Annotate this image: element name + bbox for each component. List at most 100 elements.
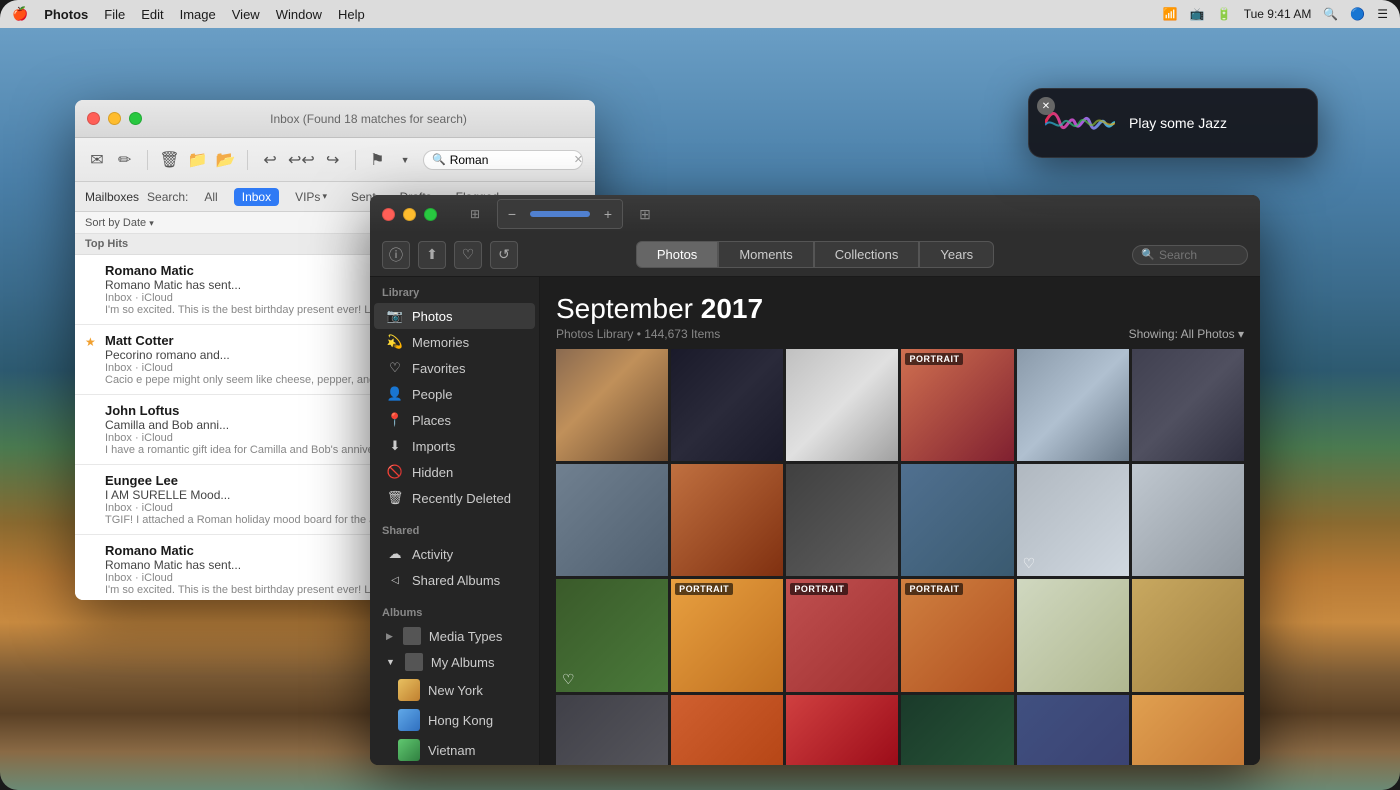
sidebar-toggle-icon[interactable]: ⊞ [461,200,489,228]
sidebar-item-my-albums[interactable]: ▼ My Albums [374,649,535,675]
reply-icon[interactable]: ↩ [260,146,280,174]
filter-inbox[interactable]: Inbox [234,188,279,206]
siri-close-button[interactable]: ✕ [1037,97,1055,115]
photo-cell[interactable]: ♡ [1017,464,1129,576]
delete-icon[interactable]: 🗑 [159,146,179,174]
close-button[interactable] [87,112,100,125]
sidebar-item-photos[interactable]: 📷 Photos [374,303,535,329]
sidebar-item-places[interactable]: 📍 Places [374,407,535,433]
search-menubar-icon[interactable]: 🔍 [1323,7,1338,21]
menu-image[interactable]: Image [180,7,216,22]
zoom-out-icon[interactable]: − [498,200,526,228]
sidebar-item-media-types[interactable]: ▶ Media Types [374,623,535,649]
photo-cell[interactable] [671,349,783,461]
filter-all[interactable]: All [196,188,225,206]
tab-collections[interactable]: Collections [814,241,920,268]
rotate-icon[interactable]: ↺ [490,241,518,269]
menu-window[interactable]: Window [276,7,322,22]
sort-label[interactable]: Sort by Date ▾ [85,217,154,229]
photos-minimize-button[interactable] [403,208,416,221]
sidebar-item-shared-albums[interactable]: ◁ Shared Albums [374,567,535,593]
photo-cell[interactable]: ♡ [786,695,898,765]
grid-view-icon[interactable]: ⊞ [631,200,659,228]
photo-cell[interactable]: ♡ [556,695,668,765]
compose-icon[interactable]: ✉ [87,146,107,174]
tab-years[interactable]: Years [919,241,994,268]
sidebar-item-imports[interactable]: ⬇ Imports [374,433,535,459]
sidebar-item-new-york[interactable]: New York [374,675,535,705]
menu-file[interactable]: File [104,7,125,22]
photo-cell[interactable]: PORTRAIT [671,579,783,691]
mailboxes-label[interactable]: Mailboxes [85,190,139,204]
photos-close-button[interactable] [382,208,395,221]
photos-traffic-lights [382,208,437,221]
photo-cell[interactable]: PORTRAIT [786,579,898,691]
photo-cell[interactable] [1132,579,1244,691]
photos-sidebar: Library 📷 Photos 💫 Memories ♡ Favorites [370,277,540,765]
photo-cell[interactable] [786,349,898,461]
menubar: 🍎 Photos File Edit Image View Window Hel… [0,0,1400,28]
favorite-icon[interactable]: ♡ [454,241,482,269]
photo-cell[interactable]: ♡ [901,695,1013,765]
forward-icon[interactable]: ↪ [323,146,343,174]
photo-cell[interactable] [556,349,668,461]
photo-cell[interactable]: ♡ [556,579,668,691]
siri-menubar-icon[interactable]: 🔵 [1350,7,1365,21]
menu-edit[interactable]: Edit [141,7,163,22]
photo-cell[interactable] [671,695,783,765]
showing-select[interactable]: Showing: All Photos ▾ [1129,327,1244,341]
photo-cell[interactable] [671,464,783,576]
app-name[interactable]: Photos [44,7,88,22]
notification-icon[interactable]: ☰ [1377,7,1388,21]
sidebar-item-vietnam[interactable]: Vietnam [374,735,535,765]
memories-icon: 💫 [386,333,404,351]
share-icon[interactable]: ⬆ [418,241,446,269]
maximize-button[interactable] [129,112,142,125]
reply-all-icon[interactable]: ↩↩ [288,146,315,174]
zoom-in-icon[interactable]: + [594,200,622,228]
archive-icon[interactable]: 📁 [188,146,208,174]
photos-maximize-button[interactable] [424,208,437,221]
flag-down-icon[interactable]: ▼ [395,146,415,174]
photo-cell[interactable] [1017,579,1129,691]
portrait-badge: PORTRAIT [905,353,963,365]
photo-cell[interactable] [786,464,898,576]
menu-help[interactable]: Help [338,7,365,22]
mail-search-input[interactable] [450,153,570,167]
apple-menu[interactable]: 🍎 [12,6,28,22]
minimize-button[interactable] [108,112,121,125]
photo-cell[interactable] [901,464,1013,576]
tab-moments[interactable]: Moments [718,241,813,268]
flag-icon[interactable]: ⚑ [367,146,387,174]
photos-search-input[interactable] [1159,248,1239,262]
menu-view[interactable]: View [232,7,260,22]
move-icon[interactable]: 📂 [216,146,236,174]
new-message-icon[interactable]: ✏ [115,146,135,174]
sidebar-item-favorites[interactable]: ♡ Favorites [374,355,535,381]
photo-cell[interactable]: PORTRAIT [901,579,1013,691]
sidebar-item-activity[interactable]: ☁ Activity [374,541,535,567]
photo-cell[interactable]: PORTRAIT [901,349,1013,461]
library-section-title: Library [370,287,539,303]
photo-cell[interactable] [1132,349,1244,461]
info-icon[interactable]: ⓘ [382,241,410,269]
sidebar-item-hong-kong[interactable]: Hong Kong [374,705,535,735]
sidebar-item-people[interactable]: 👤 People [374,381,535,407]
mail-search-bar[interactable]: 🔍 ✕ [423,150,583,170]
photos-search-bar[interactable]: 🔍 [1132,245,1248,265]
clear-search-icon[interactable]: ✕ [574,153,583,166]
photo-cell[interactable] [1132,464,1244,576]
sidebar-item-recently-deleted[interactable]: 🗑 Recently Deleted [374,485,535,511]
sidebar-item-memories[interactable]: 💫 Memories [374,329,535,355]
filter-vips[interactable]: VIPs ▾ [287,188,335,206]
photo-cell[interactable] [1017,349,1129,461]
photo-cell[interactable] [1132,695,1244,765]
search-icon: 🔍 [1141,248,1155,261]
photo-cell[interactable] [1017,695,1129,765]
activity-icon: ☁ [386,545,404,563]
photo-cell[interactable] [556,464,668,576]
imports-icon: ⬇ [386,437,404,455]
tab-photos[interactable]: Photos [636,241,718,268]
sidebar-label: My Albums [431,655,495,670]
sidebar-item-hidden[interactable]: 🚫 Hidden [374,459,535,485]
